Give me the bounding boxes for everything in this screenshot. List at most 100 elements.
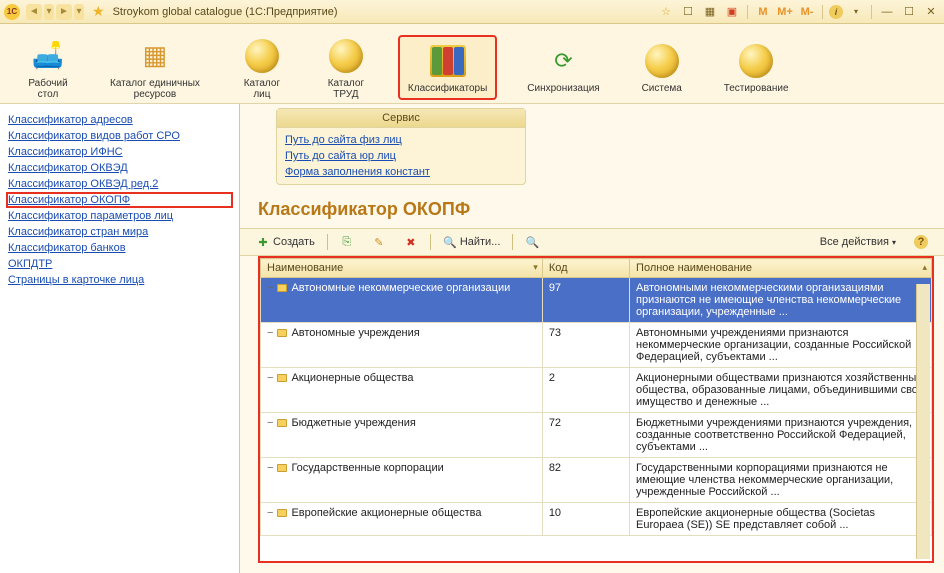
cell-full: Акционерными обществами признаются хозяй… xyxy=(630,368,932,413)
content: Сервис Путь до сайта физ лицПуть до сайт… xyxy=(240,104,944,573)
table-row[interactable]: −Автономные некоммерческие организации97… xyxy=(261,278,932,323)
sidebar-item-5[interactable]: Классификатор ОКОПФ xyxy=(6,192,233,208)
back-menu-button[interactable]: ▾ xyxy=(44,4,54,20)
vertical-scrollbar[interactable] xyxy=(916,284,930,559)
toolbar-icon xyxy=(242,36,282,76)
m-minus-button[interactable]: M- xyxy=(798,4,816,20)
separator xyxy=(512,234,513,250)
service-link-2[interactable]: Форма заполнения констант xyxy=(285,164,517,180)
service-link-1[interactable]: Путь до сайта юр лиц xyxy=(285,148,517,164)
sidebar-item-10[interactable]: Страницы в карточке лица xyxy=(6,272,233,288)
folder-icon xyxy=(277,509,287,517)
toolbar-item-3[interactable]: КаталогТРУД xyxy=(314,30,378,106)
table-row[interactable]: −Государственные корпорации82Государстве… xyxy=(261,458,932,503)
cell-name: −Акционерные общества xyxy=(261,368,543,413)
separator xyxy=(822,5,823,19)
app-icon: 1C xyxy=(4,4,20,20)
separator xyxy=(747,5,748,19)
forward-button[interactable]: ► xyxy=(56,4,72,20)
data-grid[interactable]: Наименование▾КодПолное наименование▴ −Ав… xyxy=(260,258,932,536)
toolbar-icon: ▦ xyxy=(135,36,175,76)
info-menu[interactable]: ▾ xyxy=(847,4,865,20)
folder-icon xyxy=(277,284,287,292)
create-button[interactable]: ✚ Создать xyxy=(250,233,321,251)
toolbar-icon xyxy=(428,41,468,81)
maximize-button[interactable]: ☐ xyxy=(900,4,918,20)
minimize-button[interactable]: — xyxy=(878,4,896,20)
cell-full: Автономными учреждениями признаются неко… xyxy=(630,323,932,368)
column-header-0[interactable]: Наименование▾ xyxy=(261,259,543,278)
service-panel: Сервис Путь до сайта физ лицПуть до сайт… xyxy=(276,108,526,185)
help-button[interactable]: ? xyxy=(908,233,934,251)
copy-icon: ⎘ xyxy=(340,235,354,249)
sidebar-item-9[interactable]: ОКПДТР xyxy=(6,256,233,272)
sidebar-item-4[interactable]: Классификатор ОКВЭД ред.2 xyxy=(6,176,233,192)
cell-code: 82 xyxy=(542,458,629,503)
m-plus-button[interactable]: M+ xyxy=(776,4,794,20)
cell-name: −Автономные некоммерческие организации xyxy=(261,278,543,323)
info-icon[interactable]: i xyxy=(829,5,843,19)
cell-code: 2 xyxy=(542,368,629,413)
edit-button[interactable]: ✎ xyxy=(366,233,392,251)
m-button[interactable]: M xyxy=(754,4,772,20)
grid-toolbar: ✚ Создать ⎘ ✎ ✖ 🔍 Найти... 🔍 Все действи… xyxy=(240,228,944,256)
chevron-down-icon: ▾ xyxy=(892,238,896,247)
copy-button[interactable]: ⎘ xyxy=(334,233,360,251)
toolbar-label: КаталогТРУД xyxy=(328,78,364,100)
folder-icon xyxy=(277,464,287,472)
cell-code: 72 xyxy=(542,413,629,458)
magnifier-icon: 🔍 xyxy=(525,235,539,249)
forward-menu-button[interactable]: ▾ xyxy=(74,4,84,20)
sidebar-item-8[interactable]: Классификатор банков xyxy=(6,240,233,256)
sidebar-item-1[interactable]: Классификатор видов работ СРО xyxy=(6,128,233,144)
toolbar-item-7[interactable]: Тестирование xyxy=(714,35,799,100)
all-actions-label: Все действия xyxy=(820,236,889,248)
sidebar-item-7[interactable]: Классификатор стран мира xyxy=(6,224,233,240)
calc-icon[interactable]: ▦ xyxy=(701,4,719,20)
close-button[interactable]: ✕ xyxy=(922,4,940,20)
sidebar-item-6[interactable]: Классификатор параметров лиц xyxy=(6,208,233,224)
find-button[interactable]: 🔍 Найти... xyxy=(437,233,507,251)
note-icon[interactable]: ☐ xyxy=(679,4,697,20)
find-button-label: Найти... xyxy=(460,236,501,248)
toolbar-icon: ⟳ xyxy=(543,41,583,81)
toolbar-item-6[interactable]: Система xyxy=(630,35,694,100)
toolbar-icon: 🛋️ xyxy=(28,36,68,76)
sidebar-item-0[interactable]: Классификатор адресов xyxy=(6,112,233,128)
cell-full: Европейские акционерные общества (Societ… xyxy=(630,503,932,536)
cell-full: Автономными некоммерческими организациям… xyxy=(630,278,932,323)
table-row[interactable]: −Акционерные общества2Акционерными общес… xyxy=(261,368,932,413)
toolbar-item-4[interactable]: Классификаторы xyxy=(398,35,497,100)
collapse-icon: − xyxy=(267,372,273,384)
sidebar-item-3[interactable]: Классификатор ОКВЭД xyxy=(6,160,233,176)
cell-name: −Европейские акционерные общества xyxy=(261,503,543,536)
back-button[interactable]: ◄ xyxy=(26,4,42,20)
separator xyxy=(430,234,431,250)
collapse-icon: − xyxy=(267,507,273,519)
star-icon[interactable]: ☆ xyxy=(657,4,675,20)
sort-indicator-icon: ▴ xyxy=(922,262,927,273)
table-row[interactable]: −Бюджетные учреждения72Бюджетными учрежд… xyxy=(261,413,932,458)
clear-filter-button[interactable]: 🔍 xyxy=(519,233,545,251)
column-header-1[interactable]: Код xyxy=(542,259,629,278)
column-header-2[interactable]: Полное наименование▴ xyxy=(630,259,932,278)
sidebar-item-2[interactable]: Классификатор ИФНС xyxy=(6,144,233,160)
folder-icon xyxy=(277,419,287,427)
toolbar-item-0[interactable]: 🛋️Рабочийстол xyxy=(16,30,80,106)
delete-icon: ✖ xyxy=(404,235,418,249)
table-row[interactable]: −Европейские акционерные общества10Европ… xyxy=(261,503,932,536)
toolbar-item-2[interactable]: Каталоглиц xyxy=(230,30,294,106)
all-actions-button[interactable]: Все действия ▾ xyxy=(814,234,902,250)
window-title: Stroykom global catalogue (1С:Предприяти… xyxy=(113,6,657,18)
toolbar-icon xyxy=(736,41,776,81)
collapse-icon: − xyxy=(267,462,273,474)
favorite-icon[interactable]: ★ xyxy=(92,3,105,20)
table-row[interactable]: −Автономные учреждения73Автономными учре… xyxy=(261,323,932,368)
delete-button[interactable]: ✖ xyxy=(398,233,424,251)
titlebar: 1C ◄ ▾ ► ▾ ★ Stroykom global catalogue (… xyxy=(0,0,944,24)
toolbar-item-1[interactable]: ▦Каталог единичныхресурсов xyxy=(100,30,210,106)
calendar-icon[interactable]: ▣ xyxy=(723,4,741,20)
folder-icon xyxy=(277,329,287,337)
toolbar-item-5[interactable]: ⟳Синхронизация xyxy=(517,35,609,100)
service-link-0[interactable]: Путь до сайта физ лиц xyxy=(285,132,517,148)
